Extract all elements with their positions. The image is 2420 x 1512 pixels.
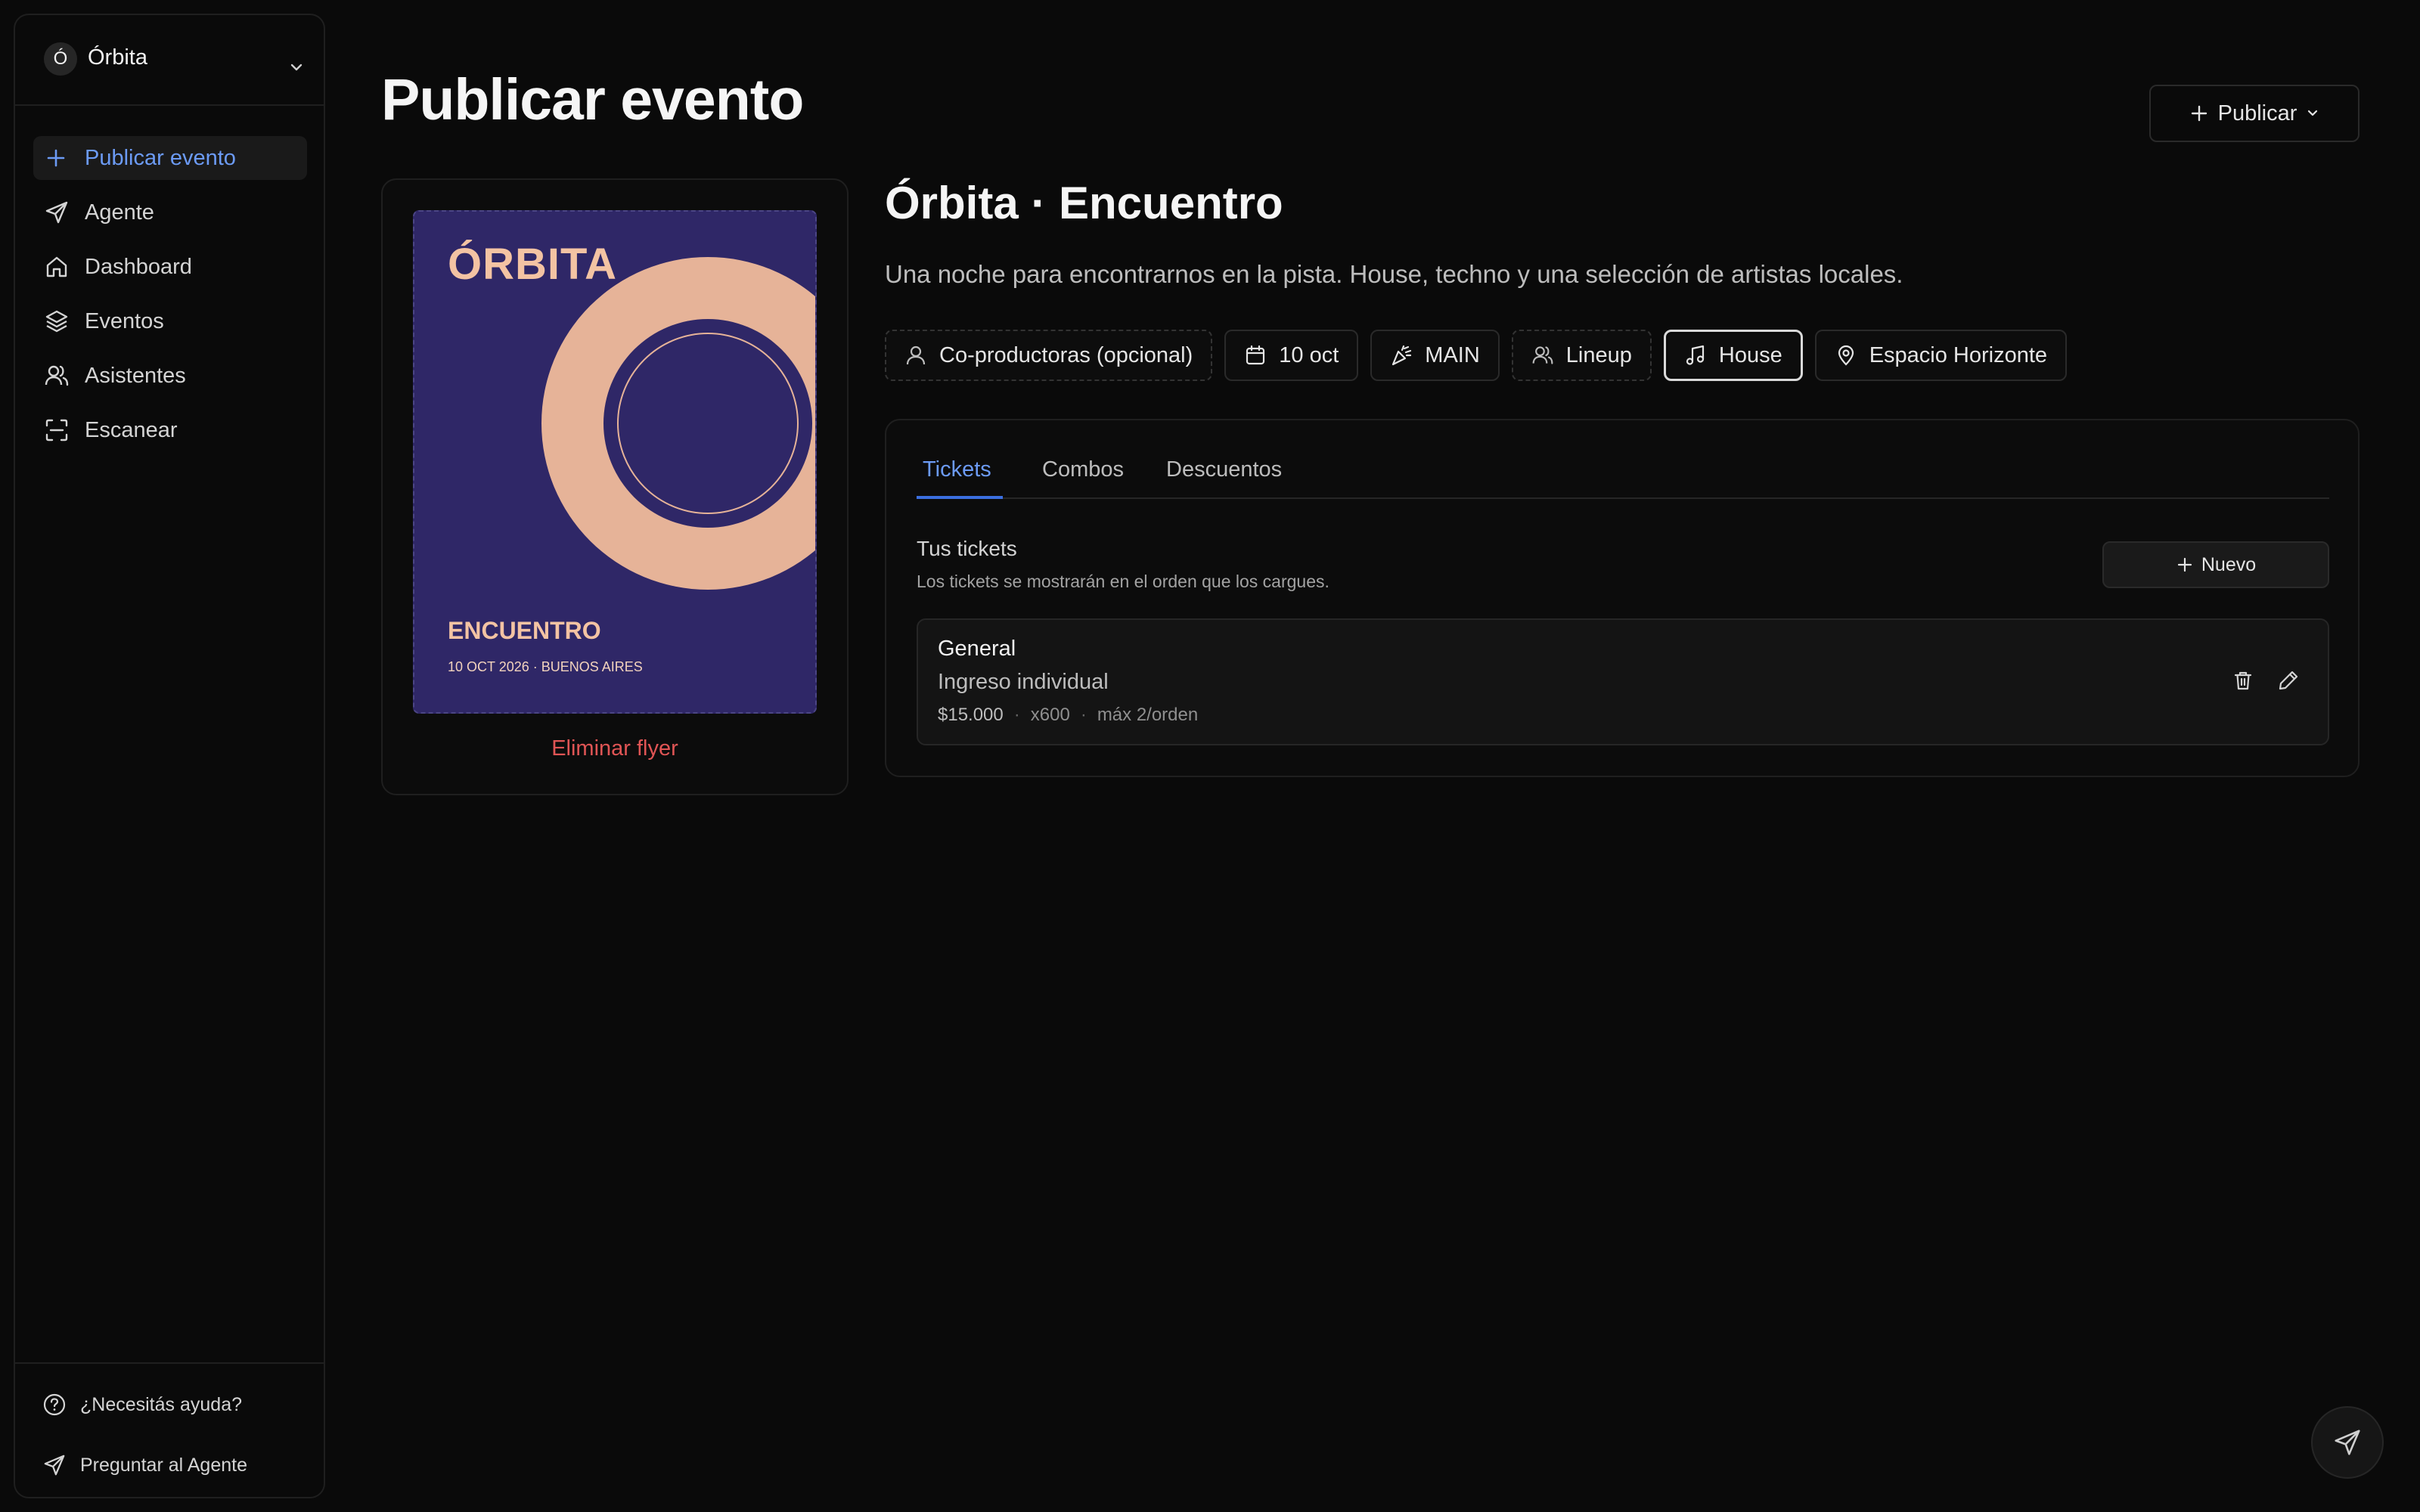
- sidebar-item-agente[interactable]: Agente: [33, 191, 307, 234]
- tab-combos[interactable]: Combos: [1036, 451, 1130, 499]
- chip-date[interactable]: 10 oct: [1224, 330, 1359, 381]
- ask-agent-label: Preguntar al Agente: [80, 1454, 247, 1476]
- plus-icon: [47, 149, 65, 167]
- sidebar-item-label: Asistentes: [85, 363, 186, 388]
- org-switcher[interactable]: Ó Órbita: [15, 15, 324, 106]
- tab-tickets[interactable]: Tickets: [917, 451, 1003, 499]
- send-icon: [44, 1455, 65, 1476]
- sidebar-item-label: Eventos: [85, 308, 164, 333]
- delete-flyer-button[interactable]: Eliminar flyer: [383, 736, 847, 761]
- publish-label: Publicar: [2217, 101, 2297, 125]
- flyer-subtitle: ENCUENTRO: [448, 617, 601, 644]
- plus-icon: [2191, 105, 2207, 122]
- chip-label: House: [1718, 342, 1782, 367]
- sidebar-item-escanear[interactable]: Escanear: [33, 408, 307, 452]
- sidebar-item-publicar-evento[interactable]: Publicar evento: [33, 136, 307, 180]
- sidebar-item-eventos[interactable]: Eventos: [33, 299, 307, 343]
- ticket-quantity: x600: [1030, 705, 1070, 725]
- chip-lineup[interactable]: Lineup: [1511, 330, 1652, 381]
- new-ticket-label: Nuevo: [2201, 553, 2257, 575]
- event-description[interactable]: Una noche para encontrarnos en la pista.…: [885, 260, 1903, 289]
- agent-fab-button[interactable]: [2311, 1406, 2384, 1479]
- tab-bar: Tickets Combos Descuentos: [917, 451, 2329, 499]
- sidebar-item-label: Agente: [85, 200, 154, 225]
- new-ticket-button[interactable]: Nuevo: [2102, 541, 2329, 588]
- party-icon: [1392, 345, 1412, 366]
- calendar-icon: [1246, 345, 1265, 365]
- sidebar-item-dashboard[interactable]: Dashboard: [33, 245, 307, 289]
- sidebar-item-asistentes[interactable]: Asistentes: [33, 354, 307, 398]
- chip-genre[interactable]: House: [1663, 330, 1803, 381]
- send-icon: [45, 201, 68, 224]
- chip-stage[interactable]: MAIN: [1370, 330, 1500, 381]
- event-title[interactable]: Órbita · Encuentro: [885, 177, 1283, 229]
- help-circle-icon: [43, 1393, 66, 1416]
- trash-icon[interactable]: [2231, 668, 2255, 692]
- help-label: ¿Necesitás ayuda?: [80, 1393, 243, 1415]
- org-avatar: Ó: [44, 42, 77, 76]
- users-icon: [45, 365, 69, 386]
- chip-label: Espacio Horizonte: [1869, 342, 2048, 367]
- flyer-card: ÓRBITA ENCUENTRO 10 OCT 2026 · BUENOS AI…: [381, 178, 849, 795]
- ticket-type: Ingreso individual: [938, 670, 1109, 694]
- ask-agent-link[interactable]: Preguntar al Agente: [42, 1450, 247, 1480]
- layers-icon: [45, 310, 68, 333]
- ticket-price: $15.000: [938, 705, 1004, 725]
- music-icon: [1686, 345, 1704, 365]
- flyer-title: ÓRBITA: [448, 240, 618, 289]
- scan-icon: [45, 419, 68, 442]
- ticket-row: General Ingreso individual $15.000 · x60…: [917, 618, 2329, 745]
- flyer-ring-line: [617, 333, 799, 514]
- org-name: Órbita: [88, 45, 147, 70]
- plus-icon: [2177, 557, 2192, 572]
- chip-label: Co-productoras (opcional): [939, 342, 1193, 367]
- chip-label: MAIN: [1425, 342, 1480, 367]
- user-icon: [906, 345, 926, 365]
- home-icon: [46, 256, 67, 277]
- pencil-icon[interactable]: [2276, 668, 2301, 692]
- chevron-down-icon: [290, 64, 302, 71]
- section-title: Tus tickets: [917, 537, 1017, 560]
- ticket-name: General: [938, 637, 1016, 661]
- publish-button[interactable]: Publicar: [2149, 85, 2360, 142]
- event-attribute-chips: Co-productoras (opcional) 10 oct MAIN Li…: [885, 330, 2068, 381]
- flyer-image[interactable]: ÓRBITA ENCUENTRO 10 OCT 2026 · BUENOS AI…: [413, 210, 817, 714]
- chip-label: 10 oct: [1279, 342, 1339, 367]
- sidebar: Ó Órbita Publicar evento Agente Dashboar…: [14, 14, 325, 1498]
- users-icon: [1532, 346, 1553, 364]
- chip-coproductoras[interactable]: Co-productoras (opcional): [885, 330, 1213, 381]
- help-link[interactable]: ¿Necesitás ayuda?: [42, 1390, 242, 1420]
- tab-descuentos[interactable]: Descuentos: [1160, 451, 1288, 499]
- tickets-panel: Tickets Combos Descuentos Tus tickets Lo…: [885, 419, 2360, 777]
- section-subtitle: Los tickets se mostrarán en el orden que…: [917, 572, 1329, 591]
- map-pin-icon: [1838, 345, 1854, 366]
- ticket-limit: máx 2/orden: [1097, 705, 1199, 725]
- chip-label: Lineup: [1565, 342, 1632, 367]
- page-title: Publicar evento: [381, 67, 804, 132]
- separator-dot: ·: [1080, 705, 1087, 725]
- separator-dot: ·: [1013, 705, 1020, 725]
- chip-venue[interactable]: Espacio Horizonte: [1814, 330, 2068, 381]
- sidebar-item-label: Publicar evento: [85, 145, 236, 170]
- sidebar-item-label: Escanear: [85, 417, 178, 442]
- flyer-date-line: 10 OCT 2026 · BUENOS AIRES: [448, 659, 643, 674]
- send-icon: [2335, 1430, 2360, 1455]
- chevron-down-icon: [2308, 110, 2318, 116]
- ticket-meta: $15.000 · x600 · máx 2/orden: [938, 705, 1198, 726]
- sidebar-item-label: Dashboard: [85, 254, 192, 279]
- sidebar-footer: ¿Necesitás ayuda? Preguntar al Agente: [15, 1362, 324, 1497]
